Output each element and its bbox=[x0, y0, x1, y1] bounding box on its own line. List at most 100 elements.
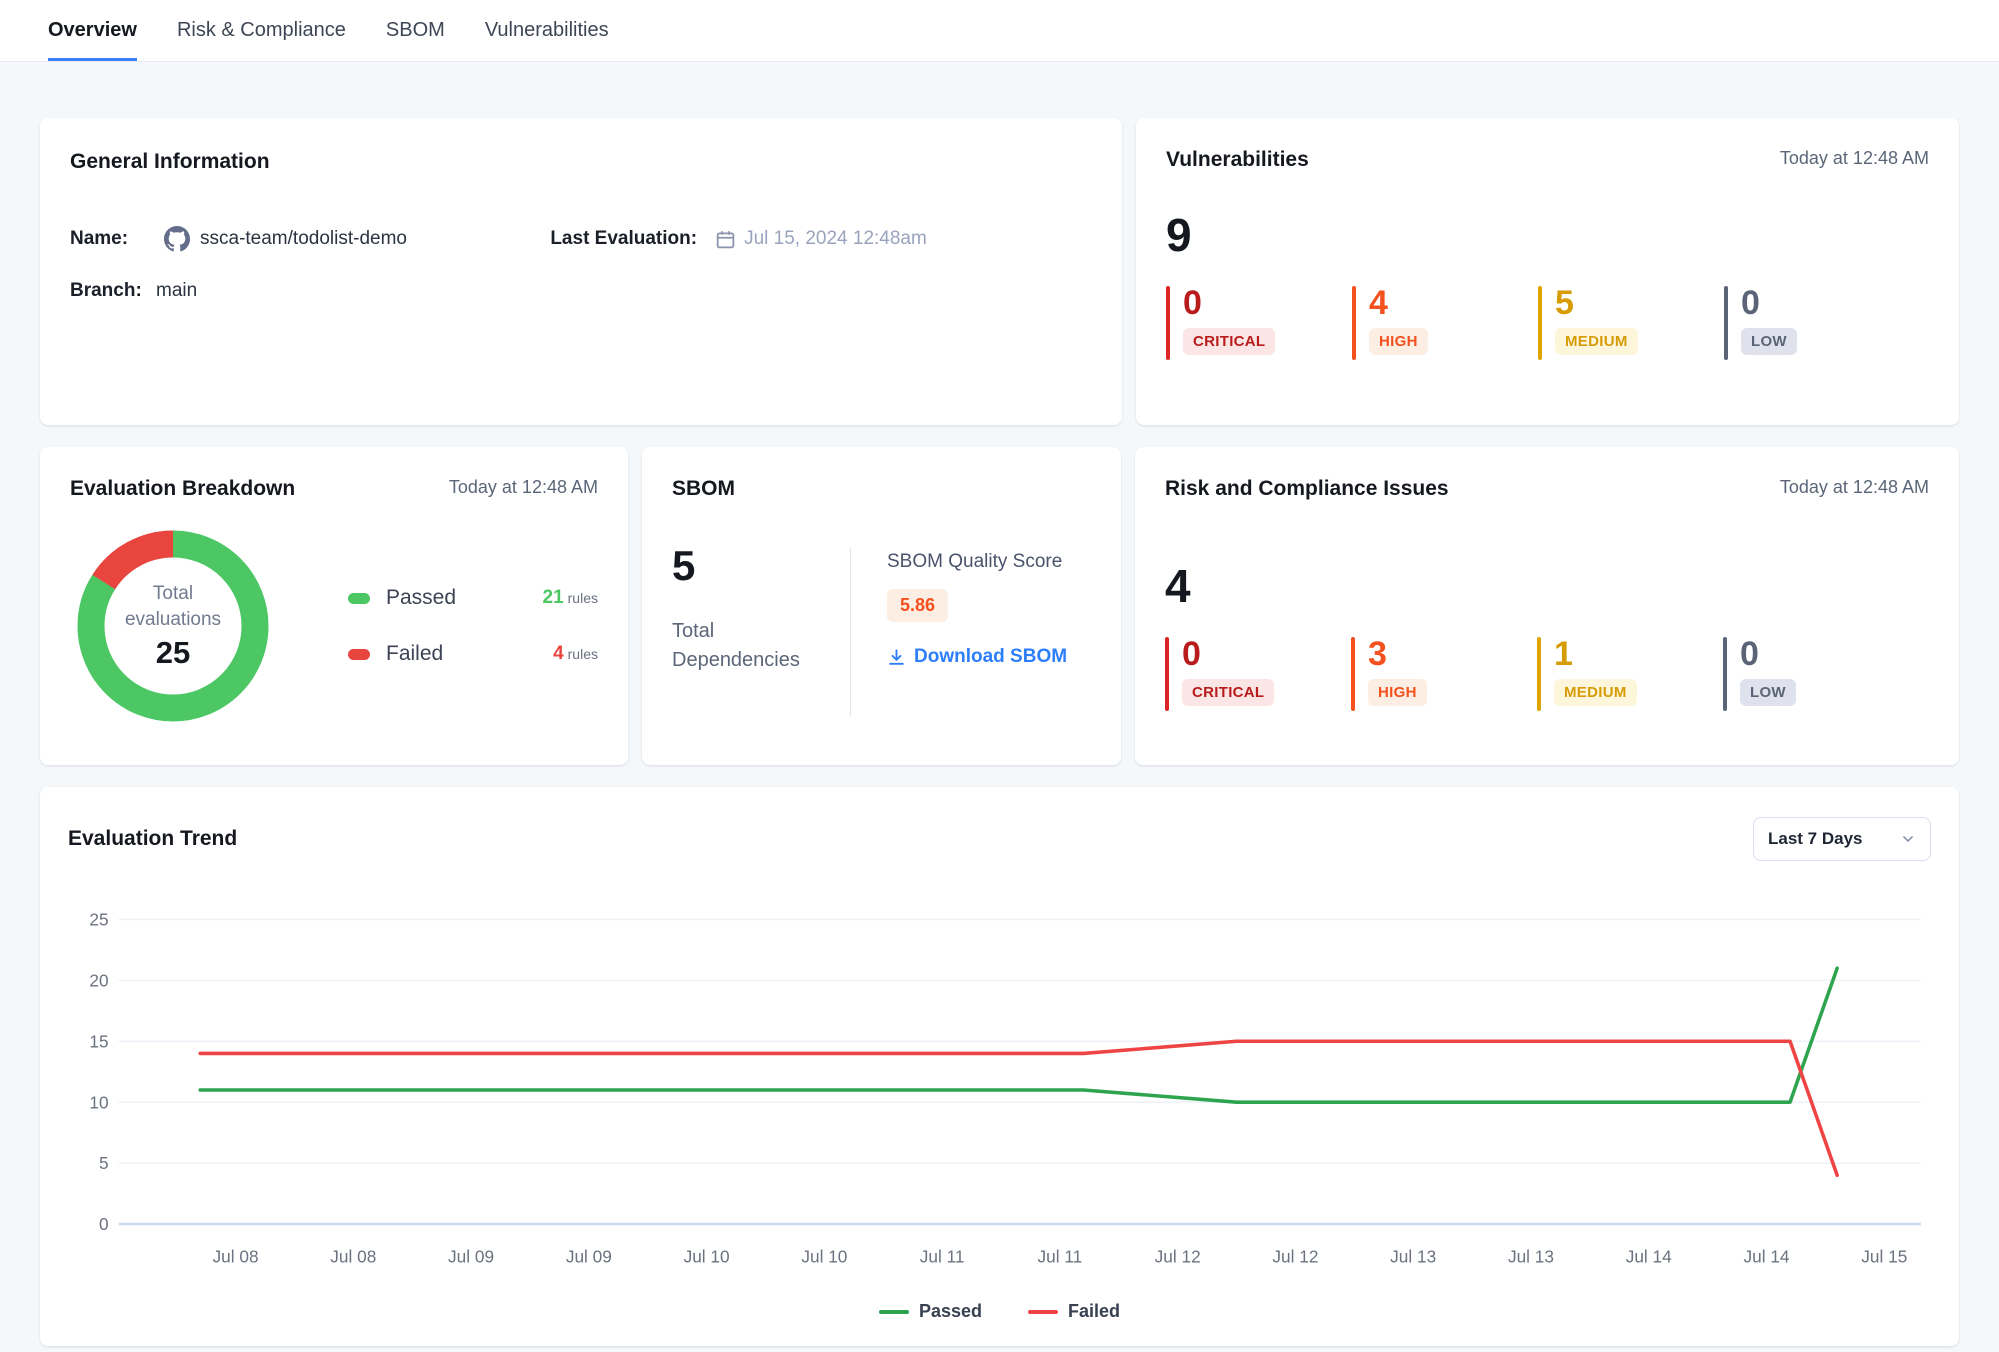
evaluation-trend-card: Evaluation Trend Last 7 Days 2520151050J… bbox=[40, 787, 1959, 1346]
severity-item-low: 0LOW bbox=[1724, 286, 1910, 360]
donut-center-text: Total evaluations 25 bbox=[70, 523, 276, 729]
github-icon bbox=[164, 226, 190, 252]
severity-item-high: 3 HIGH bbox=[1351, 637, 1537, 711]
severity-badge-low: LOW bbox=[1741, 328, 1797, 355]
legend-pill-passed bbox=[348, 593, 370, 604]
tab-risk-compliance[interactable]: Risk & Compliance bbox=[177, 0, 346, 61]
last-evaluation-row: Last Evaluation: Jul 15, 2024 12:48am bbox=[550, 226, 1092, 252]
severity-item-critical: 0 CRITICAL bbox=[1165, 637, 1351, 711]
download-icon bbox=[887, 648, 906, 667]
sbom-title: SBOM bbox=[672, 477, 1091, 501]
sbom-quality-score-badge: 5.86 bbox=[887, 589, 948, 622]
x-tick-label-0: Jul 08 bbox=[213, 1247, 259, 1267]
page-root: Overview Risk & Compliance SBOM Vulnerab… bbox=[0, 0, 1999, 1352]
general-information-title: General Information bbox=[70, 150, 1092, 174]
severity-bar-critical bbox=[1166, 286, 1170, 360]
repo-name-row: Name: ssca-team/todolist-demo bbox=[70, 226, 550, 252]
x-tick-label-14: Jul 15 bbox=[1861, 1247, 1907, 1267]
sbom-total-value: 5 bbox=[672, 545, 850, 587]
vulnerabilities-total: 9 bbox=[1166, 212, 1929, 258]
row-middle: Evaluation Breakdown Today at 12:48 AM T… bbox=[40, 447, 1959, 765]
trend-legend-dash-passed bbox=[879, 1310, 909, 1314]
risk-compliance-title: Risk and Compliance Issues bbox=[1165, 477, 1449, 501]
severity-count-low: 0 bbox=[1740, 637, 1796, 671]
general-information-grid: Name: ssca-team/todolist-demo Last Evalu… bbox=[70, 226, 1092, 302]
name-label: Name: bbox=[70, 228, 156, 250]
severity-count-high: 4 bbox=[1369, 286, 1428, 320]
severity-item-medium: 1MEDIUM bbox=[1537, 637, 1723, 711]
severity-count-critical: 0 bbox=[1182, 637, 1274, 671]
legend-row-passed: Passed 21rules bbox=[348, 586, 598, 610]
vulnerabilities-title: Vulnerabilities bbox=[1166, 148, 1309, 172]
legend-unit-failed: rules bbox=[568, 646, 598, 662]
severity-badge-low: LOW bbox=[1740, 679, 1796, 706]
y-tick-label-20: 20 bbox=[89, 970, 108, 990]
y-tick-label-0: 0 bbox=[99, 1214, 109, 1234]
branch-value: main bbox=[156, 280, 197, 302]
date-range-select[interactable]: Last 7 Days bbox=[1753, 817, 1931, 861]
evaluation-breakdown-legend: Passed 21rules Failed4rules bbox=[348, 586, 598, 666]
severity-badge-high: HIGH bbox=[1368, 679, 1427, 706]
total-evaluations-value: 25 bbox=[156, 635, 190, 671]
severity-bar-low bbox=[1723, 637, 1727, 711]
risk-compliance-total: 4 bbox=[1165, 563, 1929, 609]
severity-bar-high bbox=[1352, 286, 1356, 360]
trend-legend-label-passed: Passed bbox=[919, 1301, 982, 1322]
x-tick-label-10: Jul 13 bbox=[1390, 1247, 1436, 1267]
tab-bar: Overview Risk & Compliance SBOM Vulnerab… bbox=[0, 0, 1999, 62]
dashboard-content: General Information Name: ssca-team/todo… bbox=[0, 62, 1999, 1352]
calendar-icon bbox=[715, 229, 736, 250]
sbom-card: SBOM 5 Total Dependencies SBOM Quality S… bbox=[642, 447, 1121, 765]
risk-compliance-card: Risk and Compliance Issues Today at 12:4… bbox=[1135, 447, 1959, 765]
x-tick-label-13: Jul 14 bbox=[1743, 1247, 1789, 1267]
legend-label-failed: Failed bbox=[386, 642, 443, 666]
severity-count-medium: 1 bbox=[1554, 637, 1637, 671]
legend-value-passed: 21rules bbox=[543, 587, 599, 609]
trend-legend-label-failed: Failed bbox=[1068, 1301, 1120, 1322]
x-tick-label-2: Jul 09 bbox=[448, 1247, 494, 1267]
sbom-total-block: 5 Total Dependencies bbox=[672, 545, 850, 717]
legend-label-passed: Passed bbox=[386, 586, 456, 610]
trend-legend-dash-failed bbox=[1028, 1310, 1058, 1314]
legend-row-failed: Failed4rules bbox=[348, 642, 598, 666]
severity-bar-high bbox=[1351, 637, 1355, 711]
trend-line-passed bbox=[200, 968, 1837, 1102]
sbom-total-label: Total Dependencies bbox=[672, 617, 812, 675]
severity-badge-critical: CRITICAL bbox=[1182, 679, 1274, 706]
tab-sbom[interactable]: SBOM bbox=[386, 0, 445, 61]
x-tick-label-3: Jul 09 bbox=[566, 1247, 612, 1267]
y-tick-label-25: 25 bbox=[89, 910, 108, 930]
evaluation-trend-title: Evaluation Trend bbox=[68, 827, 237, 851]
tab-vulnerabilities[interactable]: Vulnerabilities bbox=[485, 0, 609, 61]
x-tick-label-11: Jul 13 bbox=[1508, 1247, 1554, 1267]
severity-item-medium: 5MEDIUM bbox=[1538, 286, 1724, 360]
last-evaluation-value: Jul 15, 2024 12:48am bbox=[744, 228, 927, 250]
evaluation-trend-chart: 2520151050Jul 08Jul 08Jul 09Jul 09Jul 10… bbox=[68, 891, 1931, 1295]
branch-label: Branch: bbox=[70, 280, 156, 302]
severity-count-high: 3 bbox=[1368, 637, 1427, 671]
severity-item-low: 0 LOW bbox=[1723, 637, 1909, 711]
severity-count-medium: 5 bbox=[1555, 286, 1638, 320]
evaluation-trend-legend: Passed Failed bbox=[68, 1301, 1931, 1322]
severity-badge-critical: CRITICAL bbox=[1183, 328, 1275, 355]
evaluations-donut-chart: Total evaluations 25 bbox=[70, 523, 276, 729]
x-tick-label-7: Jul 11 bbox=[1038, 1247, 1083, 1267]
severity-item-high: 4HIGH bbox=[1352, 286, 1538, 360]
severity-count-critical: 0 bbox=[1183, 286, 1275, 320]
risk-compliance-severity-list: 0 CRITICAL 3 HIGH 1MEDIUM 0 LOW bbox=[1165, 637, 1929, 711]
sbom-quality-score-label: SBOM Quality Score bbox=[887, 551, 1067, 573]
severity-bar-critical bbox=[1165, 637, 1169, 711]
general-information-card: General Information Name: ssca-team/todo… bbox=[40, 118, 1122, 425]
severity-bar-low bbox=[1724, 286, 1728, 360]
tab-overview[interactable]: Overview bbox=[48, 0, 137, 61]
x-tick-label-9: Jul 12 bbox=[1272, 1247, 1318, 1267]
trend-legend-item-passed: Passed bbox=[879, 1301, 982, 1322]
branch-row: Branch: main bbox=[70, 280, 550, 302]
severity-bar-medium bbox=[1537, 637, 1541, 711]
download-sbom-link[interactable]: Download SBOM bbox=[887, 646, 1067, 668]
vulnerabilities-timestamp: Today at 12:48 AM bbox=[1780, 148, 1929, 169]
date-range-value: Last 7 Days bbox=[1768, 829, 1863, 849]
evaluation-breakdown-timestamp: Today at 12:48 AM bbox=[449, 477, 598, 498]
y-tick-label-5: 5 bbox=[99, 1153, 109, 1173]
last-evaluation-label: Last Evaluation: bbox=[550, 228, 697, 250]
